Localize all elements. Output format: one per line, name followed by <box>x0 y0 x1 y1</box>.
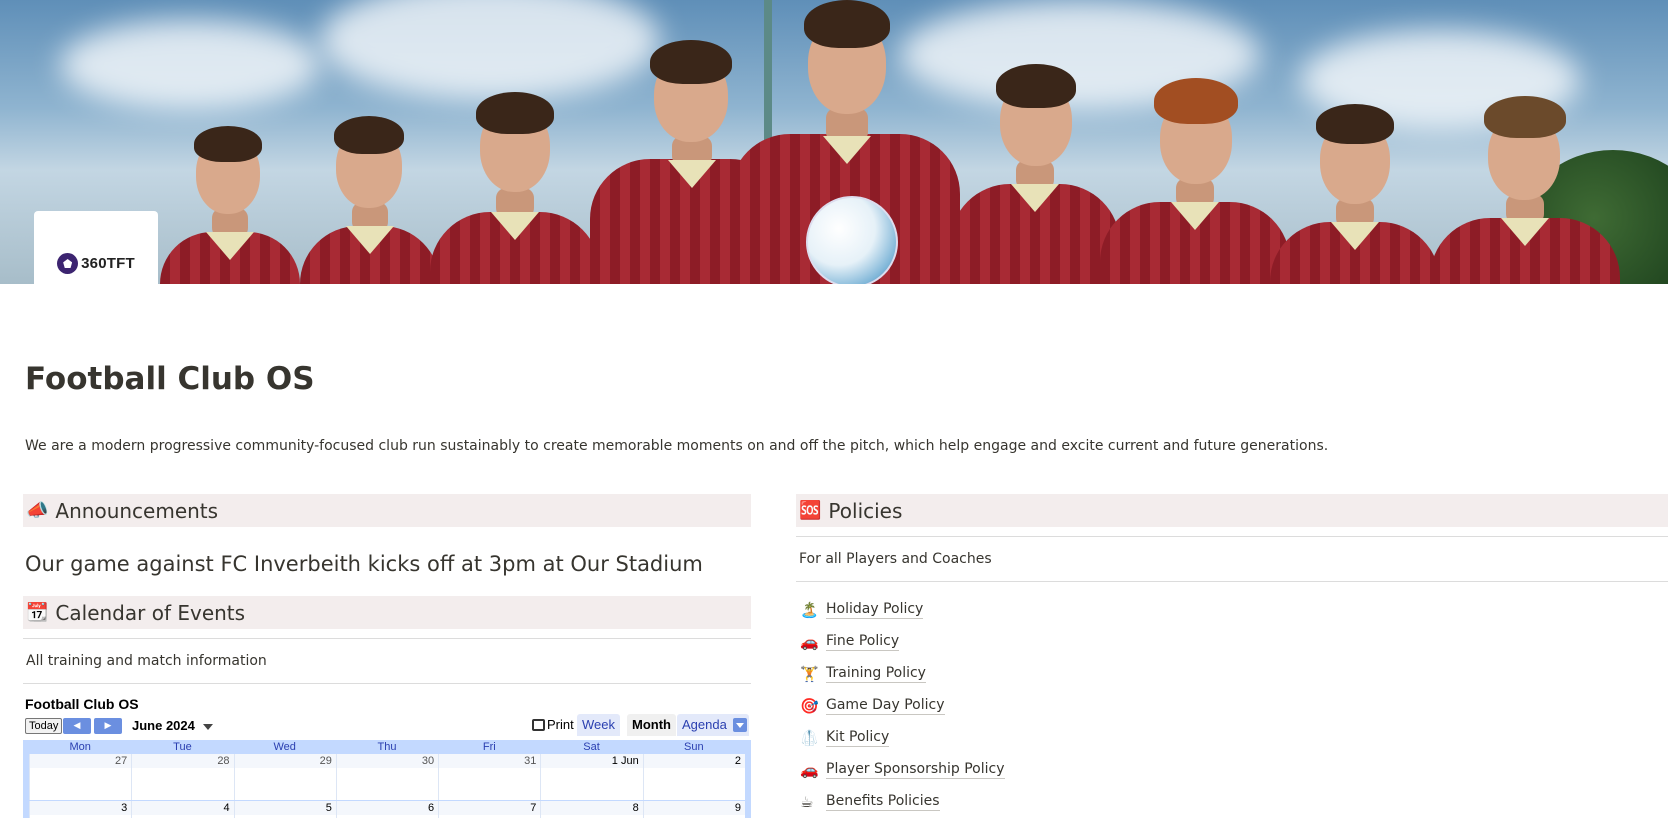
beach-umbrella-icon: 🏝️ <box>800 600 819 619</box>
tab-month[interactable]: Month <box>627 714 676 736</box>
page-icon[interactable]: 360TFT <box>34 211 158 284</box>
weekday-label: Fri <box>482 741 496 753</box>
today-button[interactable]: Today <box>25 718 63 734</box>
list-item: 🚗 Player Sponsorship Policy <box>796 754 1668 786</box>
holiday-policy-link[interactable]: Holiday Policy <box>826 601 924 619</box>
prev-month-button[interactable]: ◀ <box>63 718 91 734</box>
day-number: 6 <box>428 802 435 814</box>
next-month-button[interactable]: ▶ <box>94 718 122 734</box>
day-number: 30 <box>421 755 435 767</box>
weekday-header: Mon Tue Wed Thu Fri Sat Sun <box>29 740 745 754</box>
logo-text: 360TFT <box>81 255 135 272</box>
calendar-day-cell[interactable]: 7 <box>438 801 541 818</box>
right-column: 🆘 Policies For all Players and Coaches 🏝… <box>796 494 1668 818</box>
calendar-day-cell[interactable]: 29 <box>233 754 337 800</box>
divider <box>23 683 751 684</box>
policy-list: 🏝️ Holiday Policy 🚗 Fine Policy 🏋️ Train… <box>796 594 1668 818</box>
weekday-label: Sat <box>583 741 600 753</box>
coffee-icon: ☕ <box>800 792 814 811</box>
list-item: ☕ Benefits Policies <box>796 786 1668 818</box>
game-day-policy-link[interactable]: Game Day Policy <box>826 697 945 715</box>
policies-subtitle: For all Players and Coaches <box>799 551 992 567</box>
calendar-heading: Calendar of Events <box>55 600 246 625</box>
calendar-day-cell[interactable]: 3 <box>29 801 132 818</box>
weekday-label: Sun <box>684 741 704 753</box>
car-icon: 🚗 <box>800 760 819 779</box>
kit-icon: 🥼 <box>800 728 819 747</box>
divider <box>796 581 1668 582</box>
month-label[interactable]: June 2024 <box>132 718 195 733</box>
day-number: 7 <box>530 802 537 814</box>
calendar-heading-block[interactable]: 📆 Calendar of Events <box>23 596 751 629</box>
list-item: 🥼 Kit Policy <box>796 722 1668 754</box>
print-label: Print <box>547 717 574 732</box>
benefits-policies-link[interactable]: Benefits Policies <box>826 793 940 811</box>
day-number: 8 <box>632 802 639 814</box>
kit-policy-link[interactable]: Kit Policy <box>826 729 890 747</box>
chevron-down-icon[interactable] <box>203 724 213 730</box>
calendar-day-cell[interactable]: 2 <box>642 754 746 800</box>
cover-image <box>0 0 1668 284</box>
calendar-day-cell[interactable]: 31 <box>438 754 541 800</box>
day-number: 1 Jun <box>611 755 639 767</box>
agenda-dropdown-icon[interactable] <box>733 718 747 732</box>
day-number: 5 <box>325 802 332 814</box>
page-title[interactable]: Football Club OS <box>25 358 315 400</box>
megaphone-icon: 📣 <box>26 499 49 521</box>
embedded-calendar: Football Club OS Today ◀ ▶ June 2024 Pri… <box>23 696 751 818</box>
day-number: 27 <box>115 755 128 767</box>
football-image <box>806 196 898 284</box>
list-item: 🚗 Fine Policy <box>796 626 1668 658</box>
football-icon <box>57 253 79 274</box>
calendar-toolbar: Today ◀ ▶ June 2024 Print Week Month Age… <box>23 714 751 736</box>
calendar-day-cell[interactable]: 8 <box>540 801 643 818</box>
day-number: 31 <box>524 755 537 767</box>
page-description: We are a modern progressive community-fo… <box>25 438 1329 454</box>
day-number: 9 <box>734 802 741 814</box>
printer-icon <box>532 718 545 731</box>
calendar-week-row: 27 28 29 30 31 1 Jun 2 <box>29 754 746 801</box>
day-number: 4 <box>223 802 230 814</box>
announcement-text[interactable]: Our game against FC Inverbeith kicks off… <box>23 552 751 576</box>
weekday-label: Tue <box>173 741 192 753</box>
list-item: 🏝️ Holiday Policy <box>796 594 1668 626</box>
announcements-heading-block[interactable]: 📣 Announcements <box>23 494 751 527</box>
calendar-day-cell[interactable]: 9 <box>642 801 746 818</box>
calendar-day-cell[interactable]: 1 Jun <box>540 754 643 800</box>
weekday-label: Thu <box>377 741 397 753</box>
weightlifter-icon: 🏋️ <box>800 664 819 683</box>
training-policy-link[interactable]: Training Policy <box>826 665 926 683</box>
target-icon: 🎯 <box>800 696 819 715</box>
calendar-day-cell[interactable]: 4 <box>131 801 234 818</box>
policies-heading: Policies <box>828 498 903 523</box>
list-item: 🏋️ Training Policy <box>796 658 1668 690</box>
club-logo: 360TFT <box>57 253 135 274</box>
print-button[interactable]: Print <box>532 717 574 732</box>
calendar-day-cell[interactable]: 6 <box>335 801 439 818</box>
fine-policy-link[interactable]: Fine Policy <box>826 633 900 651</box>
calendar-subtitle: All training and match information <box>26 653 267 669</box>
tab-week[interactable]: Week <box>577 714 620 736</box>
car-icon: 🚗 <box>800 632 819 651</box>
sos-icon: 🆘 <box>799 499 822 521</box>
announcements-heading: Announcements <box>55 498 219 523</box>
day-number: 28 <box>217 755 230 767</box>
day-number: 2 <box>734 755 741 767</box>
calendar-day-cell[interactable]: 27 <box>29 754 132 800</box>
weekday-label: Mon <box>69 741 91 753</box>
calendar-day-cell[interactable]: 5 <box>233 801 337 818</box>
calendar-week-row: 3 4 5 6 7 8 9 <box>29 801 746 818</box>
calendar-day-cell[interactable]: 28 <box>131 754 234 800</box>
policies-heading-block[interactable]: 🆘 Policies <box>796 494 1668 527</box>
calendar-title: Football Club OS <box>25 696 139 712</box>
left-column: 📣 Announcements Our game against FC Inve… <box>23 494 751 818</box>
day-number: 3 <box>121 802 128 814</box>
player-sponsorship-policy-link[interactable]: Player Sponsorship Policy <box>826 761 1005 779</box>
day-number: 29 <box>319 755 332 767</box>
weekday-label: Wed <box>273 741 296 753</box>
list-item: 🎯 Game Day Policy <box>796 690 1668 722</box>
month-grid: Mon Tue Wed Thu Fri Sat Sun 27 28 29 30 … <box>23 740 751 818</box>
calendar-day-cell[interactable]: 30 <box>335 754 439 800</box>
calendar-icon: 📆 <box>26 601 49 623</box>
